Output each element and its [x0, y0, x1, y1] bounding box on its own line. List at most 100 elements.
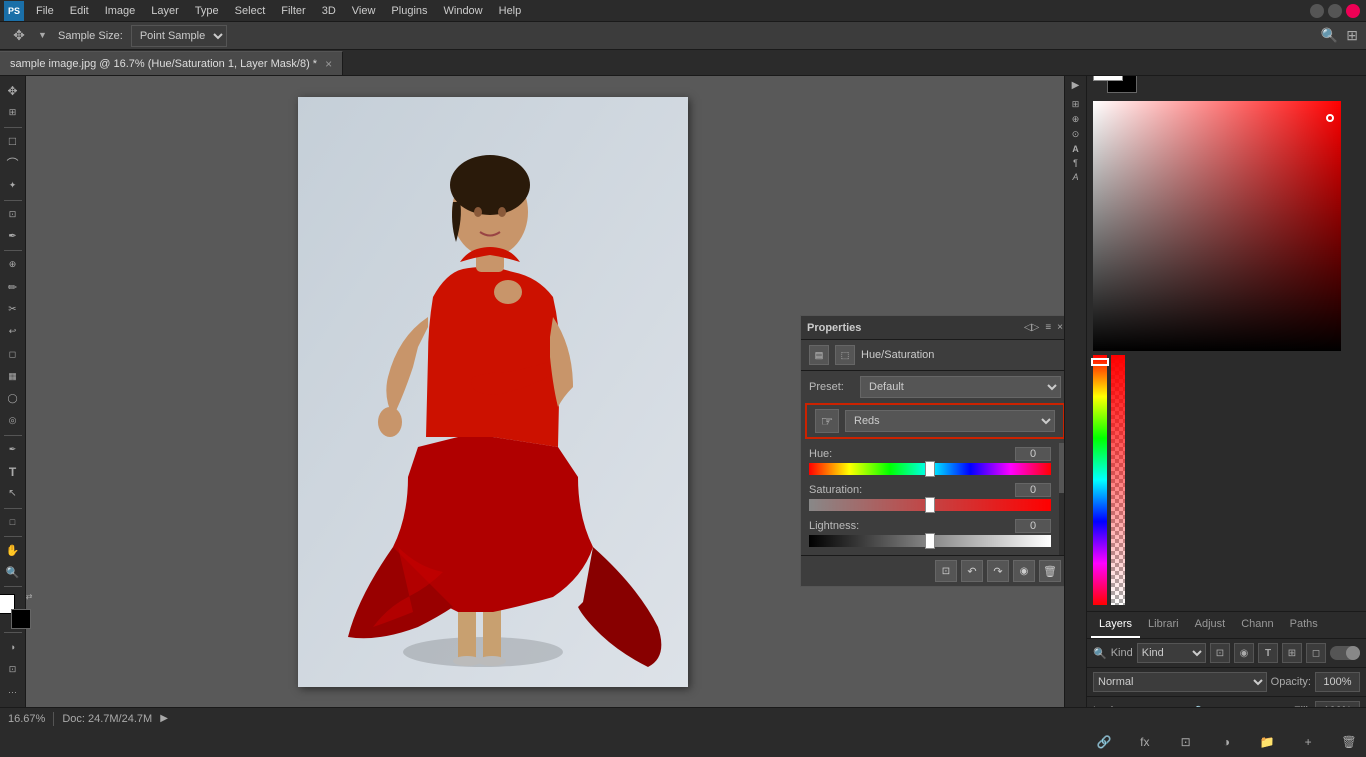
lightness-value[interactable]: 0	[1015, 519, 1051, 533]
menu-file[interactable]: File	[28, 0, 62, 22]
adjust-mini-btn[interactable]: ⊙	[1072, 129, 1080, 140]
lightness-thumb[interactable]	[925, 533, 935, 549]
eraser-tool[interactable]: ◻	[2, 343, 24, 364]
collapse-panel-btn[interactable]: ▶	[1072, 80, 1080, 91]
font-mini-btn[interactable]: A	[1072, 172, 1078, 182]
filter-pixel-btn[interactable]: ⊡	[1210, 643, 1230, 663]
dodge-tool[interactable]: ◎	[2, 410, 24, 431]
tab-adjust[interactable]: Adjust	[1187, 612, 1234, 638]
screen-mode-btn[interactable]: ⊡	[2, 658, 24, 679]
filter-smartobj-btn[interactable]: ◻	[1306, 643, 1326, 663]
properties-close[interactable]: ×	[1057, 322, 1063, 333]
brush-tool[interactable]: ✏	[2, 276, 24, 297]
add-group-btn[interactable]: 📁	[1256, 731, 1278, 753]
background-color[interactable]	[11, 609, 31, 629]
window-minimize[interactable]	[1310, 4, 1324, 18]
opacity-input[interactable]	[1315, 672, 1360, 692]
mask-icon-btn[interactable]: ⬚	[835, 345, 855, 365]
pen-tool[interactable]: ✒	[2, 439, 24, 460]
shape-tool[interactable]: □	[2, 511, 24, 532]
status-arrow[interactable]: ▶	[160, 713, 168, 724]
blur-tool[interactable]: ◯	[2, 388, 24, 409]
menu-image[interactable]: Image	[97, 0, 144, 22]
search-icon[interactable]: 🔍	[1321, 27, 1338, 44]
blend-mode-select[interactable]: Normal	[1093, 672, 1267, 692]
clone-stamp-tool[interactable]: ✂	[2, 299, 24, 320]
previous-state-btn[interactable]: ↶	[961, 560, 983, 582]
tab-channels[interactable]: Chann	[1233, 612, 1281, 638]
add-adjustment-btn[interactable]: ◑	[1215, 731, 1237, 753]
eyedropper-tool[interactable]: ✒	[2, 226, 24, 247]
colorize-btn[interactable]: ⊡	[935, 560, 957, 582]
lasso-tool[interactable]: ⌒	[2, 153, 24, 174]
transform-btn[interactable]: ⊕	[1072, 114, 1080, 125]
paragraph-btn[interactable]: ¶	[1073, 158, 1078, 168]
menu-filter[interactable]: Filter	[273, 0, 313, 22]
tool-options-expand[interactable]: ▼	[38, 30, 50, 42]
zoom-tool[interactable]: 🔍	[2, 562, 24, 583]
delete-layer-btn[interactable]: 🗑	[1338, 731, 1360, 753]
finger-tool-btn[interactable]: ☞	[815, 409, 839, 433]
filter-shape-btn[interactable]: ⊞	[1282, 643, 1302, 663]
add-mask-btn[interactable]: ⊡	[1175, 731, 1197, 753]
saturation-thumb[interactable]	[925, 497, 935, 513]
tab-libraries[interactable]: Librari	[1140, 612, 1187, 638]
add-style-btn[interactable]: fx	[1134, 731, 1156, 753]
saturation-value[interactable]: 0	[1015, 483, 1051, 497]
layer-icon-btn[interactable]: ▤	[809, 345, 829, 365]
workspace-icon[interactable]: ⊞	[1346, 27, 1358, 44]
healing-tool[interactable]: ⊕	[2, 254, 24, 275]
menu-select[interactable]: Select	[227, 0, 274, 22]
hand-tool[interactable]: ✋	[2, 540, 24, 561]
artboard-tool[interactable]: ⊞	[2, 102, 24, 123]
filter-text-btn[interactable]: T	[1258, 643, 1278, 663]
hue-thumb[interactable]	[925, 461, 935, 477]
magic-wand-tool[interactable]: ✦	[2, 175, 24, 196]
sample-size-select[interactable]: Point Sample	[131, 25, 227, 47]
hue-strip[interactable]	[1093, 355, 1107, 605]
view-mask-btn[interactable]: ◉	[1013, 560, 1035, 582]
menu-help[interactable]: Help	[491, 0, 530, 22]
channel-select[interactable]: Reds	[845, 410, 1055, 432]
tab-close-button[interactable]: ×	[325, 52, 332, 76]
properties-collapse[interactable]: ◁▷	[1024, 322, 1039, 333]
preset-select[interactable]: Default	[860, 376, 1061, 398]
menu-type[interactable]: Type	[187, 0, 227, 22]
menu-3d[interactable]: 3D	[314, 0, 344, 22]
filter-toggle[interactable]	[1330, 646, 1360, 660]
saturation-track[interactable]	[809, 499, 1051, 511]
hue-track[interactable]	[809, 463, 1051, 475]
next-state-btn[interactable]: ↷	[987, 560, 1009, 582]
history-brush-tool[interactable]: ↩	[2, 321, 24, 342]
artboard-mini-btn[interactable]: ⊞	[1072, 99, 1080, 110]
tab-layers[interactable]: Layers	[1091, 612, 1140, 638]
path-selection-tool[interactable]: ↖	[2, 483, 24, 504]
marquee-tool[interactable]: □	[2, 131, 24, 152]
menu-plugins[interactable]: Plugins	[383, 0, 435, 22]
window-close[interactable]	[1346, 4, 1360, 18]
add-layer-btn[interactable]: +	[1297, 731, 1319, 753]
swap-colors[interactable]: ⇄	[26, 592, 33, 601]
alpha-strip[interactable]	[1111, 355, 1125, 605]
quick-mask-btn[interactable]: ◑	[2, 636, 24, 657]
filter-adjustment-btn[interactable]: ◉	[1234, 643, 1254, 663]
filter-type-select[interactable]: Kind	[1137, 643, 1206, 663]
tab-paths[interactable]: Paths	[1282, 612, 1326, 638]
color-spectrum[interactable]	[1093, 101, 1341, 351]
hue-value[interactable]: 0	[1015, 447, 1051, 461]
type-mini-btn[interactable]: A	[1072, 144, 1079, 154]
delete-adjustment-btn[interactable]: 🗑	[1039, 560, 1061, 582]
menu-view[interactable]: View	[344, 0, 384, 22]
window-maximize[interactable]	[1328, 4, 1342, 18]
properties-menu[interactable]: ≡	[1045, 322, 1051, 333]
move-tool[interactable]: ✥	[2, 80, 24, 101]
more-tools[interactable]: ···	[2, 682, 24, 703]
link-layers-btn[interactable]: 🔗	[1093, 731, 1115, 753]
text-tool[interactable]: T	[2, 461, 24, 482]
crop-tool[interactable]: ⊡	[2, 204, 24, 225]
menu-layer[interactable]: Layer	[143, 0, 187, 22]
hue-strip-thumb[interactable]	[1091, 358, 1109, 366]
lightness-track[interactable]	[809, 535, 1051, 547]
document-tab[interactable]: sample image.jpg @ 16.7% (Hue/Saturation…	[0, 51, 343, 75]
gradient-tool[interactable]: ▦	[2, 366, 24, 387]
